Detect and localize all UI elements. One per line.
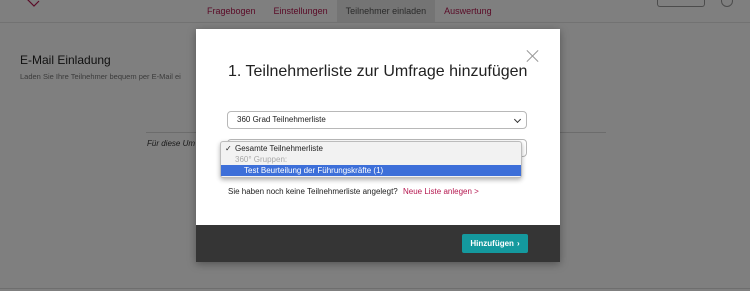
checkmark-icon: ✓ bbox=[225, 144, 232, 153]
add-button[interactable]: Hinzufügen › bbox=[462, 234, 528, 253]
close-icon[interactable] bbox=[526, 49, 539, 62]
add-button-label: Hinzufügen bbox=[470, 239, 514, 248]
participant-list-select[interactable]: 360 Grad Teilnehmerliste bbox=[227, 111, 527, 129]
dropdown-option-selected[interactable]: ✓ Gesamte Teilnehmerliste bbox=[221, 143, 521, 154]
modal-title: 1. Teilnehmerliste zur Umfrage hinzufüge… bbox=[228, 63, 528, 80]
select-value: 360 Grad Teilnehmerliste bbox=[237, 115, 326, 124]
group-dropdown-menu: ✓ Gesamte Teilnehmerliste 360° Gruppen: T… bbox=[220, 141, 522, 178]
chevron-right-icon: › bbox=[516, 239, 520, 248]
chevron-down-icon bbox=[513, 115, 522, 124]
no-list-hint: Sie haben noch keine Teilnehmerliste ang… bbox=[228, 187, 479, 196]
modal-footer: Hinzufügen › bbox=[196, 225, 560, 262]
add-participant-list-modal: 1. Teilnehmerliste zur Umfrage hinzufüge… bbox=[196, 29, 560, 262]
create-list-link[interactable]: Neue Liste anlegen > bbox=[403, 187, 479, 196]
hint-text: Sie haben noch keine Teilnehmerliste ang… bbox=[228, 187, 398, 196]
dropdown-option-highlighted[interactable]: Test Beurteilung der Führungskräfte (1) bbox=[221, 165, 521, 176]
dropdown-group-label: 360° Gruppen: bbox=[235, 155, 288, 164]
